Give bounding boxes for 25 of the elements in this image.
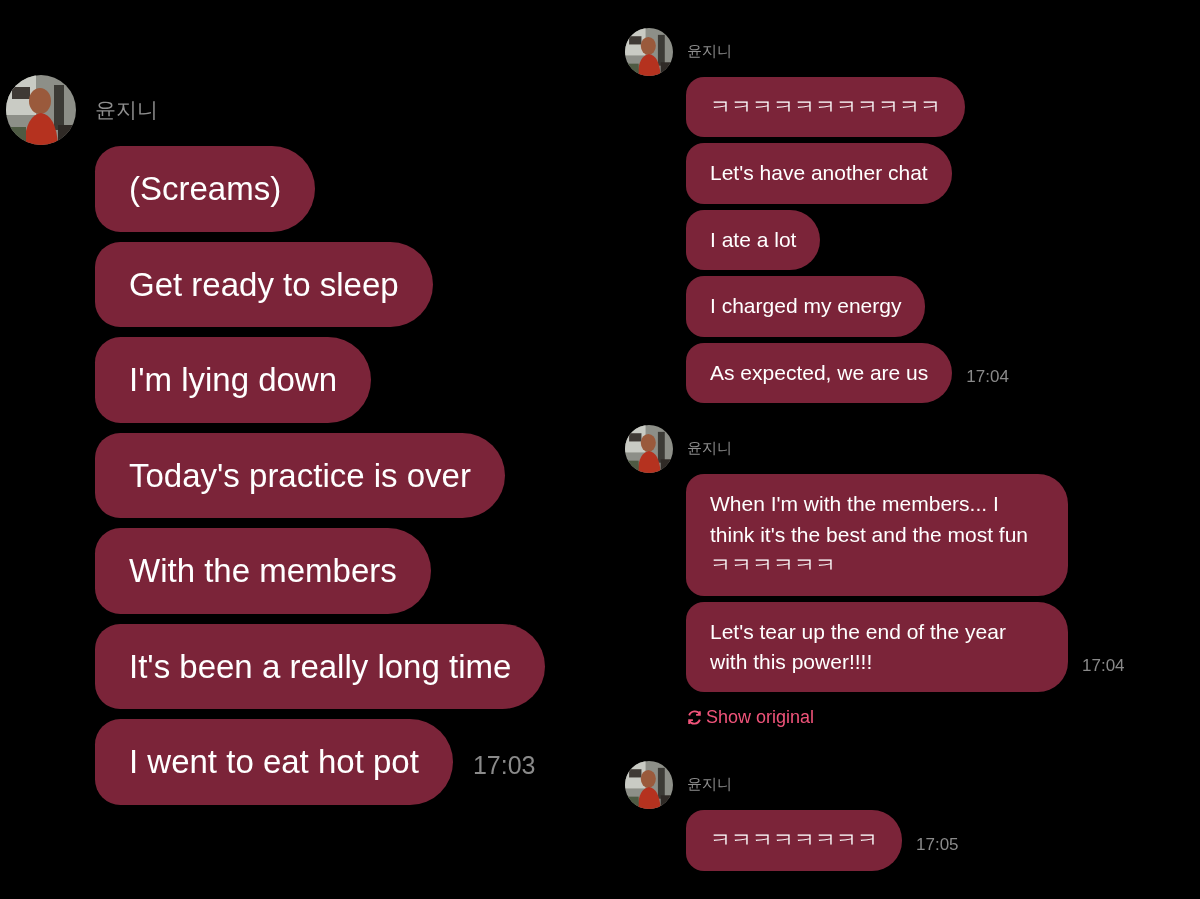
message-bubble: I went to eat hot pot xyxy=(95,719,453,805)
timestamp: 17:03 xyxy=(472,750,536,781)
message-bubble: Today's practice is over xyxy=(95,432,505,518)
timestamp: 17:05 xyxy=(916,833,959,856)
message-bubble: With the members xyxy=(95,528,431,614)
sender-name: 윤지니 xyxy=(687,774,732,795)
timestamp: 17:04 xyxy=(966,366,1009,389)
message-bubble: ㅋㅋㅋㅋㅋㅋㅋㅋ xyxy=(686,810,902,871)
refresh-icon xyxy=(686,709,703,727)
message-bubble: Get ready to sleep xyxy=(95,241,433,327)
message-bubble: Let's have another chat xyxy=(686,143,952,204)
sender-name: 윤지니 xyxy=(687,437,732,458)
message-bubble: As expected, we are us xyxy=(686,342,953,404)
show-original-link[interactable]: Show original xyxy=(686,704,815,732)
timestamp: 17:04 xyxy=(1082,654,1125,677)
message-bubble: I charged my energy xyxy=(686,276,926,337)
message-bubble: When I'm with the members... I think it's the best and the most funㅋㅋㅋㅋㅋㅋ xyxy=(686,474,1068,596)
message-bubble: ㅋㅋㅋㅋㅋㅋㅋㅋㅋㅋㅋ xyxy=(686,77,965,138)
message-bubble: Let's tear up the end of the year with this power!!!! xyxy=(686,601,1068,693)
sender-name: 윤지니 xyxy=(687,40,732,61)
message-bubble: I'm lying down xyxy=(95,337,372,423)
message-bubble: (Screams) xyxy=(95,146,316,232)
message-bubble: It's been a really long time xyxy=(95,623,546,709)
message-bubble: I ate a lot xyxy=(686,209,821,271)
sender-name: 윤지니 xyxy=(95,97,158,124)
